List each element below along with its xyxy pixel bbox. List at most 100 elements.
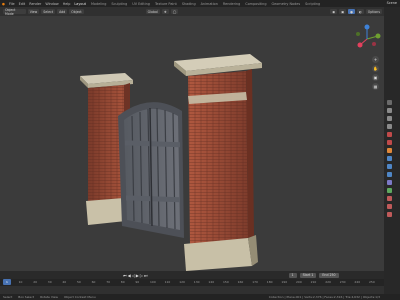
menu-help[interactable]: Help	[63, 2, 71, 6]
snap-icon[interactable]: ❖	[161, 9, 169, 14]
menu-render[interactable]: Render	[29, 2, 41, 6]
timeline-track[interactable]	[0, 286, 384, 294]
material-properties-icon[interactable]	[387, 196, 392, 201]
viewport-overlays-icon[interactable]: ◉	[330, 9, 338, 14]
ruler-tick: 90	[135, 280, 140, 284]
status-box-select: Box Select	[18, 295, 35, 299]
scene-properties-icon[interactable]	[387, 132, 392, 137]
timeline-ruler[interactable]: 0102030405060708090100110120130140150160…	[0, 279, 384, 286]
ruler-tick: 180	[266, 280, 273, 284]
start-frame-label: Start	[302, 273, 311, 277]
navigation-gizmo[interactable]	[352, 24, 382, 54]
add-menu-label: Add	[59, 9, 66, 14]
workspace-tab-animation[interactable]: Animation	[201, 2, 218, 6]
world-properties-icon[interactable]	[387, 140, 392, 145]
ruler-tick: 240	[354, 280, 361, 284]
workspace-tab-layout[interactable]: Layout	[74, 2, 86, 6]
workspace-tab-uv-editing[interactable]: UV Editing	[132, 2, 150, 6]
data-properties-icon[interactable]	[387, 188, 392, 193]
physics-properties-icon[interactable]	[387, 172, 392, 177]
proportional-edit-icon[interactable]: ◯	[170, 9, 179, 14]
pan-hand-icon[interactable]: ✋	[372, 65, 379, 72]
constraint-properties-icon[interactable]	[387, 180, 392, 185]
3d-viewport[interactable]	[0, 16, 384, 271]
solid-shading-icon[interactable]: ●	[348, 9, 355, 14]
start-frame-field[interactable]: Start 1	[299, 272, 317, 278]
ruler-tick: 100	[150, 280, 156, 284]
mode-dropdown[interactable]: Object Mode	[3, 8, 26, 16]
camera-view-icon[interactable]: ▣	[372, 74, 379, 81]
timeline-header: ⏮ ◀ ◁ ▶ ▷ ⏭ 1 Start 1 End 250	[0, 271, 384, 279]
current-frame-field[interactable]: 1	[288, 272, 297, 278]
modifier-properties-icon[interactable]	[387, 156, 392, 161]
current-frame-value: 1	[291, 273, 294, 277]
ruler-tick: 40	[62, 280, 67, 284]
view-menu[interactable]: View	[27, 9, 40, 14]
next-keyframe-icon[interactable]: ▷	[140, 273, 143, 278]
play-reverse-icon[interactable]: ◁	[132, 273, 135, 278]
jump-end-icon[interactable]: ⏭	[144, 273, 148, 278]
ruler-tick: 150	[223, 280, 229, 284]
workspace-tab-scripting[interactable]: Scripting	[305, 2, 320, 6]
ruler-tick: 30	[47, 280, 52, 284]
jump-start-icon[interactable]: ⏮	[123, 273, 127, 278]
menu-file[interactable]: File	[9, 2, 15, 6]
ruler-tick: 190	[281, 280, 288, 284]
status-bar: Select Box Select Rotate View Object Con…	[0, 294, 400, 300]
ruler-tick: 250	[369, 280, 375, 284]
workspace-tab-modeling[interactable]: Modeling	[91, 2, 106, 6]
ruler-tick: 20	[33, 280, 38, 284]
texture-properties-icon[interactable]	[387, 204, 392, 209]
object-menu[interactable]: Object	[69, 9, 84, 14]
render-properties-icon[interactable]	[387, 108, 392, 113]
perspective-toggle-icon[interactable]: ▦	[372, 83, 379, 90]
ruler-tick: 200	[296, 280, 302, 284]
workspace-tab-geometry-nodes[interactable]: Geometry Nodes	[272, 2, 301, 6]
particle-properties-icon[interactable]	[387, 164, 392, 169]
workspace-tab-rendering[interactable]: Rendering	[223, 2, 240, 6]
ruler-tick: 210	[310, 280, 317, 284]
end-frame-field[interactable]: End 250	[319, 272, 339, 278]
material-shading-icon[interactable]: ◐	[356, 9, 364, 14]
scene-selector[interactable]: Scene	[387, 1, 397, 5]
end-frame-value: 250	[329, 273, 336, 277]
blender-logo-icon[interactable]: ●	[2, 2, 5, 6]
output-properties-icon[interactable]	[387, 116, 392, 121]
properties-tab-strip	[384, 7, 400, 300]
ruler-tick: 120	[179, 280, 185, 284]
add-menu[interactable]: Add	[57, 9, 68, 14]
ruler-tick: 130	[193, 280, 200, 284]
zoom-icon[interactable]: +	[372, 56, 379, 63]
workspace-tab-compositing[interactable]: Compositing	[245, 2, 266, 6]
select-menu[interactable]: Select	[41, 9, 56, 14]
ruler-tick: 10	[18, 280, 23, 284]
left-pillar-base	[86, 198, 126, 225]
menu-edit[interactable]: Edit	[19, 2, 26, 6]
object-properties-icon[interactable]	[387, 148, 392, 153]
shading-properties-icon[interactable]	[387, 212, 392, 217]
gate-model[interactable]	[0, 16, 384, 271]
ruler-tick: 70	[106, 280, 111, 284]
workspace-tab-texture-paint[interactable]: Texture Paint	[155, 2, 177, 6]
options-button[interactable]: Options	[365, 9, 382, 14]
options-label: Options	[367, 9, 380, 14]
workspace-tab-shading[interactable]: Shading	[182, 2, 196, 6]
tool-properties-icon[interactable]	[387, 100, 392, 105]
transform-orientation-label: Global	[147, 9, 158, 14]
view-layer-properties-icon[interactable]	[387, 124, 392, 129]
playhead-indicator[interactable]: 1	[3, 279, 11, 285]
transform-orientation-dropdown[interactable]: Global	[145, 9, 160, 14]
status-rotate-view: Rotate View	[40, 295, 58, 299]
play-icon[interactable]: ▶	[136, 273, 139, 278]
ruler-tick: 110	[164, 280, 171, 284]
ruler-tick: 80	[120, 280, 125, 284]
status-context-menu: Object Context Menu	[63, 295, 96, 299]
ruler-tick: 140	[208, 280, 215, 284]
end-frame-label: End	[322, 273, 329, 277]
menu-window[interactable]: Window	[45, 2, 58, 6]
start-frame-value: 1	[311, 273, 314, 277]
xray-icon[interactable]: ▣	[339, 9, 347, 14]
workspace-tab-sculpting[interactable]: Sculpting	[111, 2, 127, 6]
prev-keyframe-icon[interactable]: ◀	[128, 273, 131, 278]
view-menu-label: View	[29, 9, 38, 14]
